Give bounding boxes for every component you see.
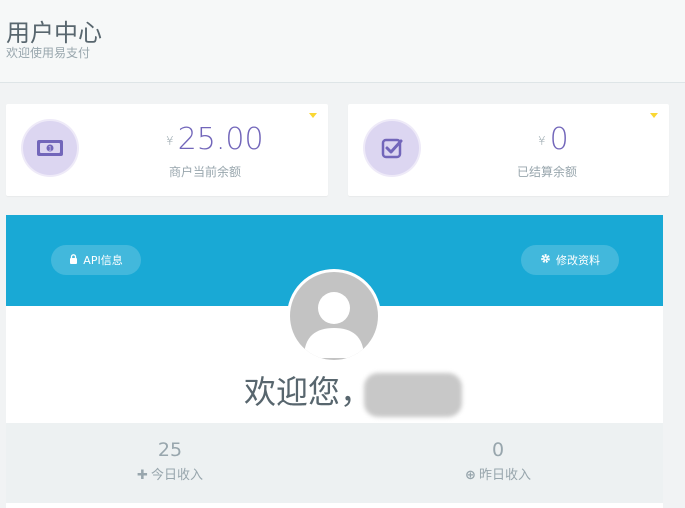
profile-panel: API信息 修改资料 欢迎您， 25 ✚ 今日收入 0 ⊕ 昨日收入 xyxy=(6,215,663,508)
current-balance-amount: 25.00 xyxy=(177,122,264,157)
user-silhouette-icon xyxy=(304,292,364,358)
plus-icon: ✚ xyxy=(137,468,148,483)
welcome-text: 欢迎您， xyxy=(244,373,373,411)
today-income-label-row: ✚ 今日收入 xyxy=(6,464,334,483)
today-income-label: 今日收入 xyxy=(150,468,203,483)
current-balance-label: 商户当前余额 xyxy=(169,165,242,179)
yesterday-income-label-row: ⊕ 昨日收入 xyxy=(334,464,662,483)
api-info-label: API信息 xyxy=(83,254,123,267)
edit-profile-button[interactable]: 修改资料 xyxy=(521,245,619,275)
settled-balance-amount: 0 xyxy=(549,122,569,157)
check-square-icon xyxy=(365,121,419,175)
svg-text:1: 1 xyxy=(48,146,52,153)
settled-balance-label: 已结算余额 xyxy=(517,165,578,179)
edit-profile-label: 修改资料 xyxy=(556,254,600,267)
page-subtitle: 欢迎使用易支付 xyxy=(6,46,91,60)
page-header: 用户中心 欢迎使用易支付 xyxy=(0,0,685,83)
today-income: 25 ✚ 今日收入 xyxy=(6,439,334,483)
currency-symbol: ¥ xyxy=(538,133,546,148)
caret-down-icon[interactable] xyxy=(650,113,658,118)
plus-circle-icon: ⊕ xyxy=(465,468,476,483)
income-stats: 25 ✚ 今日收入 0 ⊕ 昨日收入 xyxy=(6,423,663,503)
current-balance-value: ¥25.00 xyxy=(166,122,264,157)
yesterday-income: 0 ⊕ 昨日收入 xyxy=(334,439,662,483)
lock-icon xyxy=(69,253,78,267)
today-income-value: 25 xyxy=(157,439,183,461)
settled-balance-value: ¥0 xyxy=(538,122,569,157)
username-redacted xyxy=(364,373,462,417)
yesterday-income-label: 昨日收入 xyxy=(478,468,531,483)
avatar[interactable] xyxy=(287,269,381,363)
current-balance-card: 1 ¥25.00 商户当前余额 xyxy=(6,104,328,196)
page-title: 用户中心 xyxy=(6,19,102,47)
settled-balance-card: ¥0 已结算余额 xyxy=(348,104,669,196)
money-icon: 1 xyxy=(23,121,77,175)
yesterday-income-value: 0 xyxy=(491,439,505,461)
api-info-button[interactable]: API信息 xyxy=(51,245,141,275)
currency-symbol: ¥ xyxy=(166,133,174,148)
gear-icon xyxy=(540,253,551,267)
caret-down-icon[interactable] xyxy=(309,113,317,118)
